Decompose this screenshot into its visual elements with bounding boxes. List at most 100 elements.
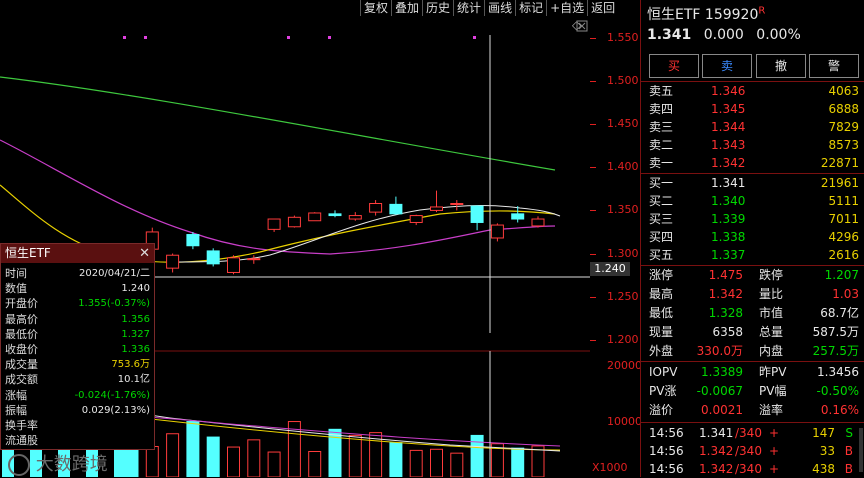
tooltip-row-label: 涨幅	[5, 388, 27, 402]
stat-label: 最高	[649, 287, 674, 301]
tick-qty: 33	[819, 444, 835, 458]
ask-level[interactable]: 卖五 1.346 4063	[641, 82, 864, 100]
stat-value: 1.207	[824, 268, 859, 282]
ask-level[interactable]: 卖四 1.345 6888	[641, 100, 864, 118]
level-label: 卖四	[649, 102, 674, 116]
volume-bar	[308, 450, 322, 477]
volume-bar	[186, 421, 200, 477]
level-volume: 2616	[828, 248, 859, 262]
stat-label: 涨停	[649, 268, 674, 282]
tick-time: 14:56	[649, 426, 684, 440]
price-tick-mark	[590, 81, 596, 83]
tooltip-row-label: 数值	[5, 282, 27, 296]
level-label: 卖三	[649, 120, 674, 134]
candle-body	[227, 257, 240, 273]
ask-level[interactable]: 卖二 1.343 8573	[641, 136, 864, 154]
tooltip-row-label: 流通股	[5, 434, 38, 448]
buy-button[interactable]: 买	[649, 54, 699, 78]
tooltip-row-label: 收盘价	[5, 343, 38, 356]
bid-level[interactable]: 买三 1.339 7011	[641, 210, 864, 228]
level-volume: 7011	[828, 212, 859, 226]
tooltip-row-label: 换手率	[5, 419, 38, 432]
level-label: 买一	[649, 176, 674, 190]
price-tick-mark	[590, 38, 596, 39]
candle-body	[369, 203, 383, 213]
stat-label: PV幅	[759, 384, 787, 398]
tooltip-title: 恒生ETF	[5, 246, 51, 260]
bid-level[interactable]: 买五 1.337 2616	[641, 246, 864, 264]
event-markers	[123, 36, 476, 39]
candle-body	[348, 215, 362, 220]
tooltip-row-value: 753.6万	[111, 359, 150, 371]
chart-close-icon[interactable]	[576, 20, 588, 32]
moving-average-lines	[0, 76, 561, 263]
stat-value: 1.475	[708, 268, 743, 282]
volume-bar	[450, 452, 464, 477]
ask-level[interactable]: 卖三 1.344 7829	[641, 118, 864, 136]
tooltip-row: 收盘价 1.336	[1, 342, 154, 357]
tick-sign: +	[769, 426, 780, 440]
stat-label: 外盘	[649, 344, 674, 358]
level-volume: 22871	[820, 156, 859, 170]
price-tick-mark	[590, 210, 596, 212]
stat-value: 330.0万	[696, 344, 743, 358]
price-tick-label: 1.500	[607, 74, 639, 88]
price-change-pct: 0.00%	[756, 27, 801, 43]
cancel-order-button[interactable]: 撤	[756, 54, 806, 78]
price-tick-mark	[590, 296, 596, 298]
bid-level[interactable]: 买四 1.338 4296	[641, 228, 864, 246]
price-axis: 1.550 1.500 1.450 1.400 1.350 1.300 1.250 1.200	[590, 0, 639, 351]
last-price: 1.341	[647, 27, 692, 43]
stat-row: 现量 6358 总量 587.5万	[641, 323, 864, 341]
level-volume: 4063	[828, 84, 859, 98]
stat-label: IOPV	[649, 365, 678, 379]
tooltip-row: 成交量 753.6万	[1, 357, 154, 372]
stat-value: 0.16%	[820, 403, 859, 417]
volume-tick-label: 20000	[607, 359, 642, 373]
level-label: 买五	[649, 248, 674, 262]
stat-label: 溢价	[649, 403, 674, 417]
ma-line-long	[0, 76, 556, 171]
candle-body	[511, 213, 525, 220]
watermark-text: 大数跨境	[35, 454, 108, 475]
tooltip-row: 时间 2020/04/21/二	[1, 266, 154, 281]
tooltip-row: 涨幅 -0.024(-1.76%)	[1, 388, 154, 403]
sell-button[interactable]: 卖	[702, 54, 752, 78]
stat-value: 1.3456	[817, 365, 859, 379]
close-icon[interactable]: ✕	[139, 244, 150, 263]
stat-value: 587.5万	[812, 325, 859, 339]
volume-tick-label: 10000	[607, 414, 642, 428]
tooltip-row-label: 成交额	[5, 373, 38, 387]
tooltip-header: 恒生ETF ✕	[1, 244, 154, 263]
stat-value: 68.7亿	[820, 306, 859, 320]
stat-label: 溢率	[759, 403, 784, 417]
tick-sign: +	[769, 444, 780, 458]
level-price: 1.344	[711, 120, 746, 134]
tick-scrollbar[interactable]	[859, 428, 863, 472]
tick-time: 14:56	[649, 462, 684, 476]
tooltip-row-label: 时间	[5, 267, 27, 280]
tooltip-row-value: 0.029(2.13%)	[81, 404, 150, 416]
security-tag: R	[758, 5, 766, 17]
candle-body	[166, 254, 180, 269]
candle-body	[247, 258, 261, 261]
volume-bar	[430, 448, 443, 477]
stat-label: 总量	[759, 325, 784, 339]
price-tick-mark	[590, 167, 596, 169]
ask-level[interactable]: 卖一 1.342 22871	[641, 154, 864, 172]
bid-level[interactable]: 买二 1.340 5111	[641, 192, 864, 210]
candle-body	[328, 213, 342, 217]
event-marker-dot	[144, 36, 147, 39]
level-volume: 4296	[828, 230, 859, 244]
bid-level[interactable]: 买一 1.341 21961	[641, 174, 864, 192]
alert-button[interactable]: 警	[809, 54, 859, 78]
quote-panel: 恒生ETF 159920R 1.341 0.000 0.00% 买 卖 撤 警 …	[640, 0, 864, 477]
stat-row: 溢价 0.0021 溢率 0.16%	[641, 401, 864, 419]
candle-body	[267, 218, 281, 230]
tooltip-row: 最低价 1.327	[1, 327, 154, 342]
price-tick-label: 1.400	[607, 160, 639, 174]
volume-bar	[247, 439, 261, 477]
tooltip-row-value: 1.240	[121, 283, 150, 295]
stat-row: 外盘 330.0万 内盘 257.5万	[641, 342, 864, 360]
level-label: 买二	[649, 194, 674, 208]
